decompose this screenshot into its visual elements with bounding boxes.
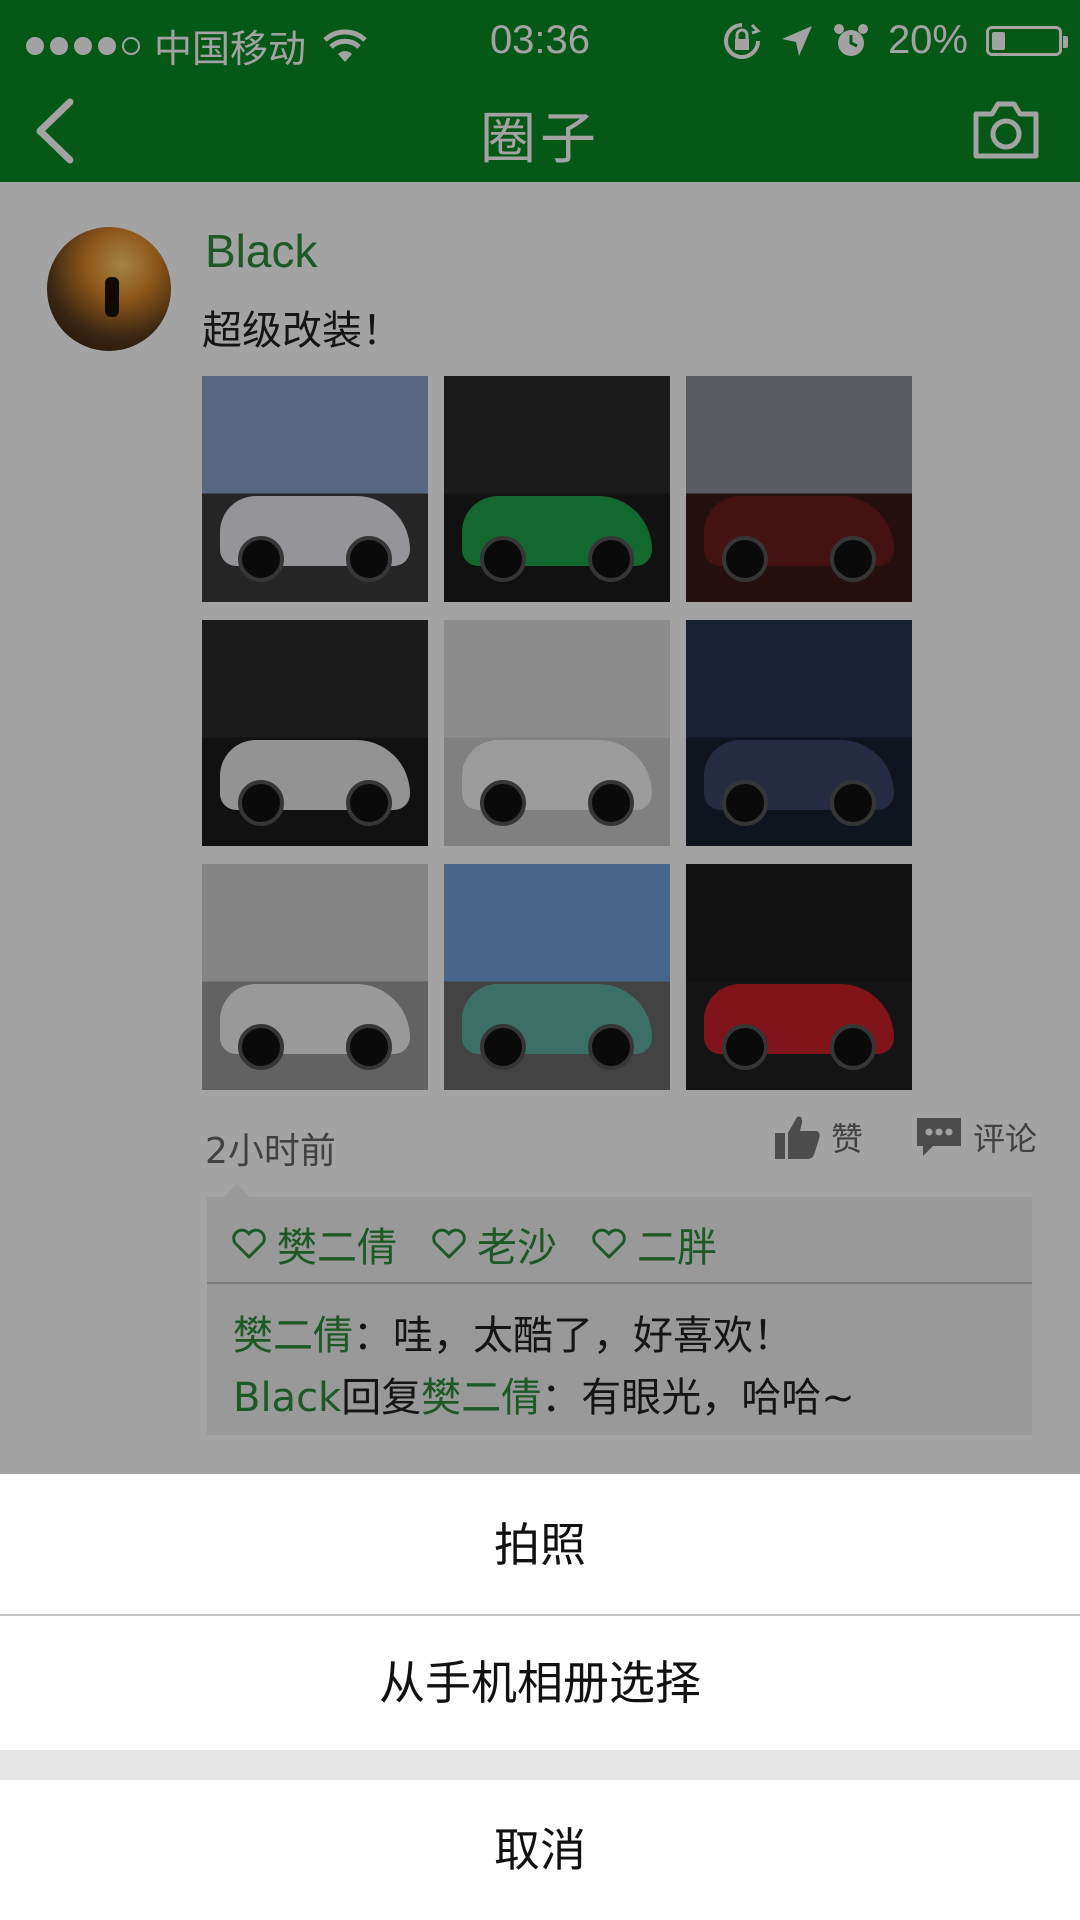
modal-backdrop[interactable]	[0, 0, 1080, 1474]
cancel-button[interactable]: 取消	[0, 1780, 1080, 1920]
take-photo-button[interactable]: 拍照	[0, 1474, 1080, 1616]
choose-from-album-button[interactable]: 从手机相册选择	[0, 1616, 1080, 1750]
action-sheet: 拍照 从手机相册选择 取消	[0, 1474, 1080, 1920]
